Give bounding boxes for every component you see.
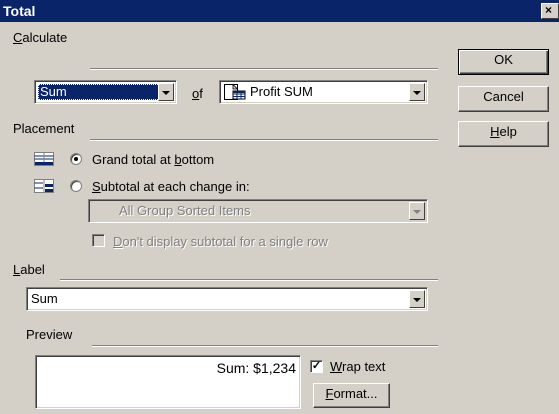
- placement-separator: [90, 139, 438, 141]
- label-heading: Label: [13, 262, 45, 277]
- grand-total-layout-icon: [34, 152, 54, 166]
- function-dropdown-button[interactable]: [158, 83, 174, 101]
- preview-heading: Preview: [26, 327, 73, 342]
- cancel-button[interactable]: Cancel: [458, 86, 549, 112]
- preview-box: Sum: $1,234: [35, 355, 301, 409]
- calculate-heading: Calculate: [13, 30, 68, 45]
- title-bar[interactable]: Total ×: [0, 0, 559, 22]
- ok-button[interactable]: OK: [458, 49, 549, 75]
- group-select-dropdown[interactable]: All Group Sorted Items: [88, 199, 428, 223]
- grand-total-label[interactable]: Grand total at bottom: [92, 152, 214, 167]
- subtotal-layout-icon: [34, 179, 54, 193]
- table-column-icon: [224, 83, 246, 100]
- grand-total-radio[interactable]: [70, 153, 82, 165]
- group-select-dropdown-button[interactable]: [409, 202, 425, 220]
- placement-heading: Placement: [13, 121, 75, 136]
- preview-text: Sum: $1,234: [216, 360, 296, 376]
- column-value: Profit SUM: [250, 84, 313, 99]
- close-button[interactable]: ×: [541, 3, 559, 19]
- column-dropdown-button[interactable]: [409, 83, 425, 101]
- close-icon: ×: [545, 3, 553, 17]
- label-value: Sum: [31, 291, 58, 306]
- label-combobox[interactable]: Sum: [26, 287, 428, 311]
- total-dialog: Total × Calculate Sum of Profit SUM Plac…: [0, 0, 559, 414]
- column-dropdown[interactable]: Profit SUM: [219, 80, 428, 104]
- wrap-text-checkbox[interactable]: ✓: [310, 360, 323, 373]
- group-select-value: All Group Sorted Items: [119, 203, 251, 218]
- dialog-title: Total: [3, 3, 36, 19]
- subtotal-label[interactable]: Subtotal at each change in:: [92, 179, 250, 194]
- function-value: Sum: [38, 84, 160, 100]
- function-dropdown[interactable]: Sum: [34, 80, 177, 104]
- single-row-checkbox[interactable]: [92, 234, 105, 247]
- wrap-text-label[interactable]: Wrap text: [330, 359, 385, 374]
- format-button[interactable]: Format...: [313, 383, 390, 408]
- of-label: of: [192, 86, 203, 101]
- single-row-label[interactable]: Don't display subtotal for a single row: [113, 234, 328, 249]
- help-button[interactable]: Help: [458, 121, 549, 147]
- label-dropdown-button[interactable]: [409, 290, 425, 308]
- calculate-separator: [90, 68, 438, 70]
- label-separator: [60, 279, 438, 281]
- preview-separator: [92, 345, 438, 347]
- subtotal-radio[interactable]: [70, 180, 82, 192]
